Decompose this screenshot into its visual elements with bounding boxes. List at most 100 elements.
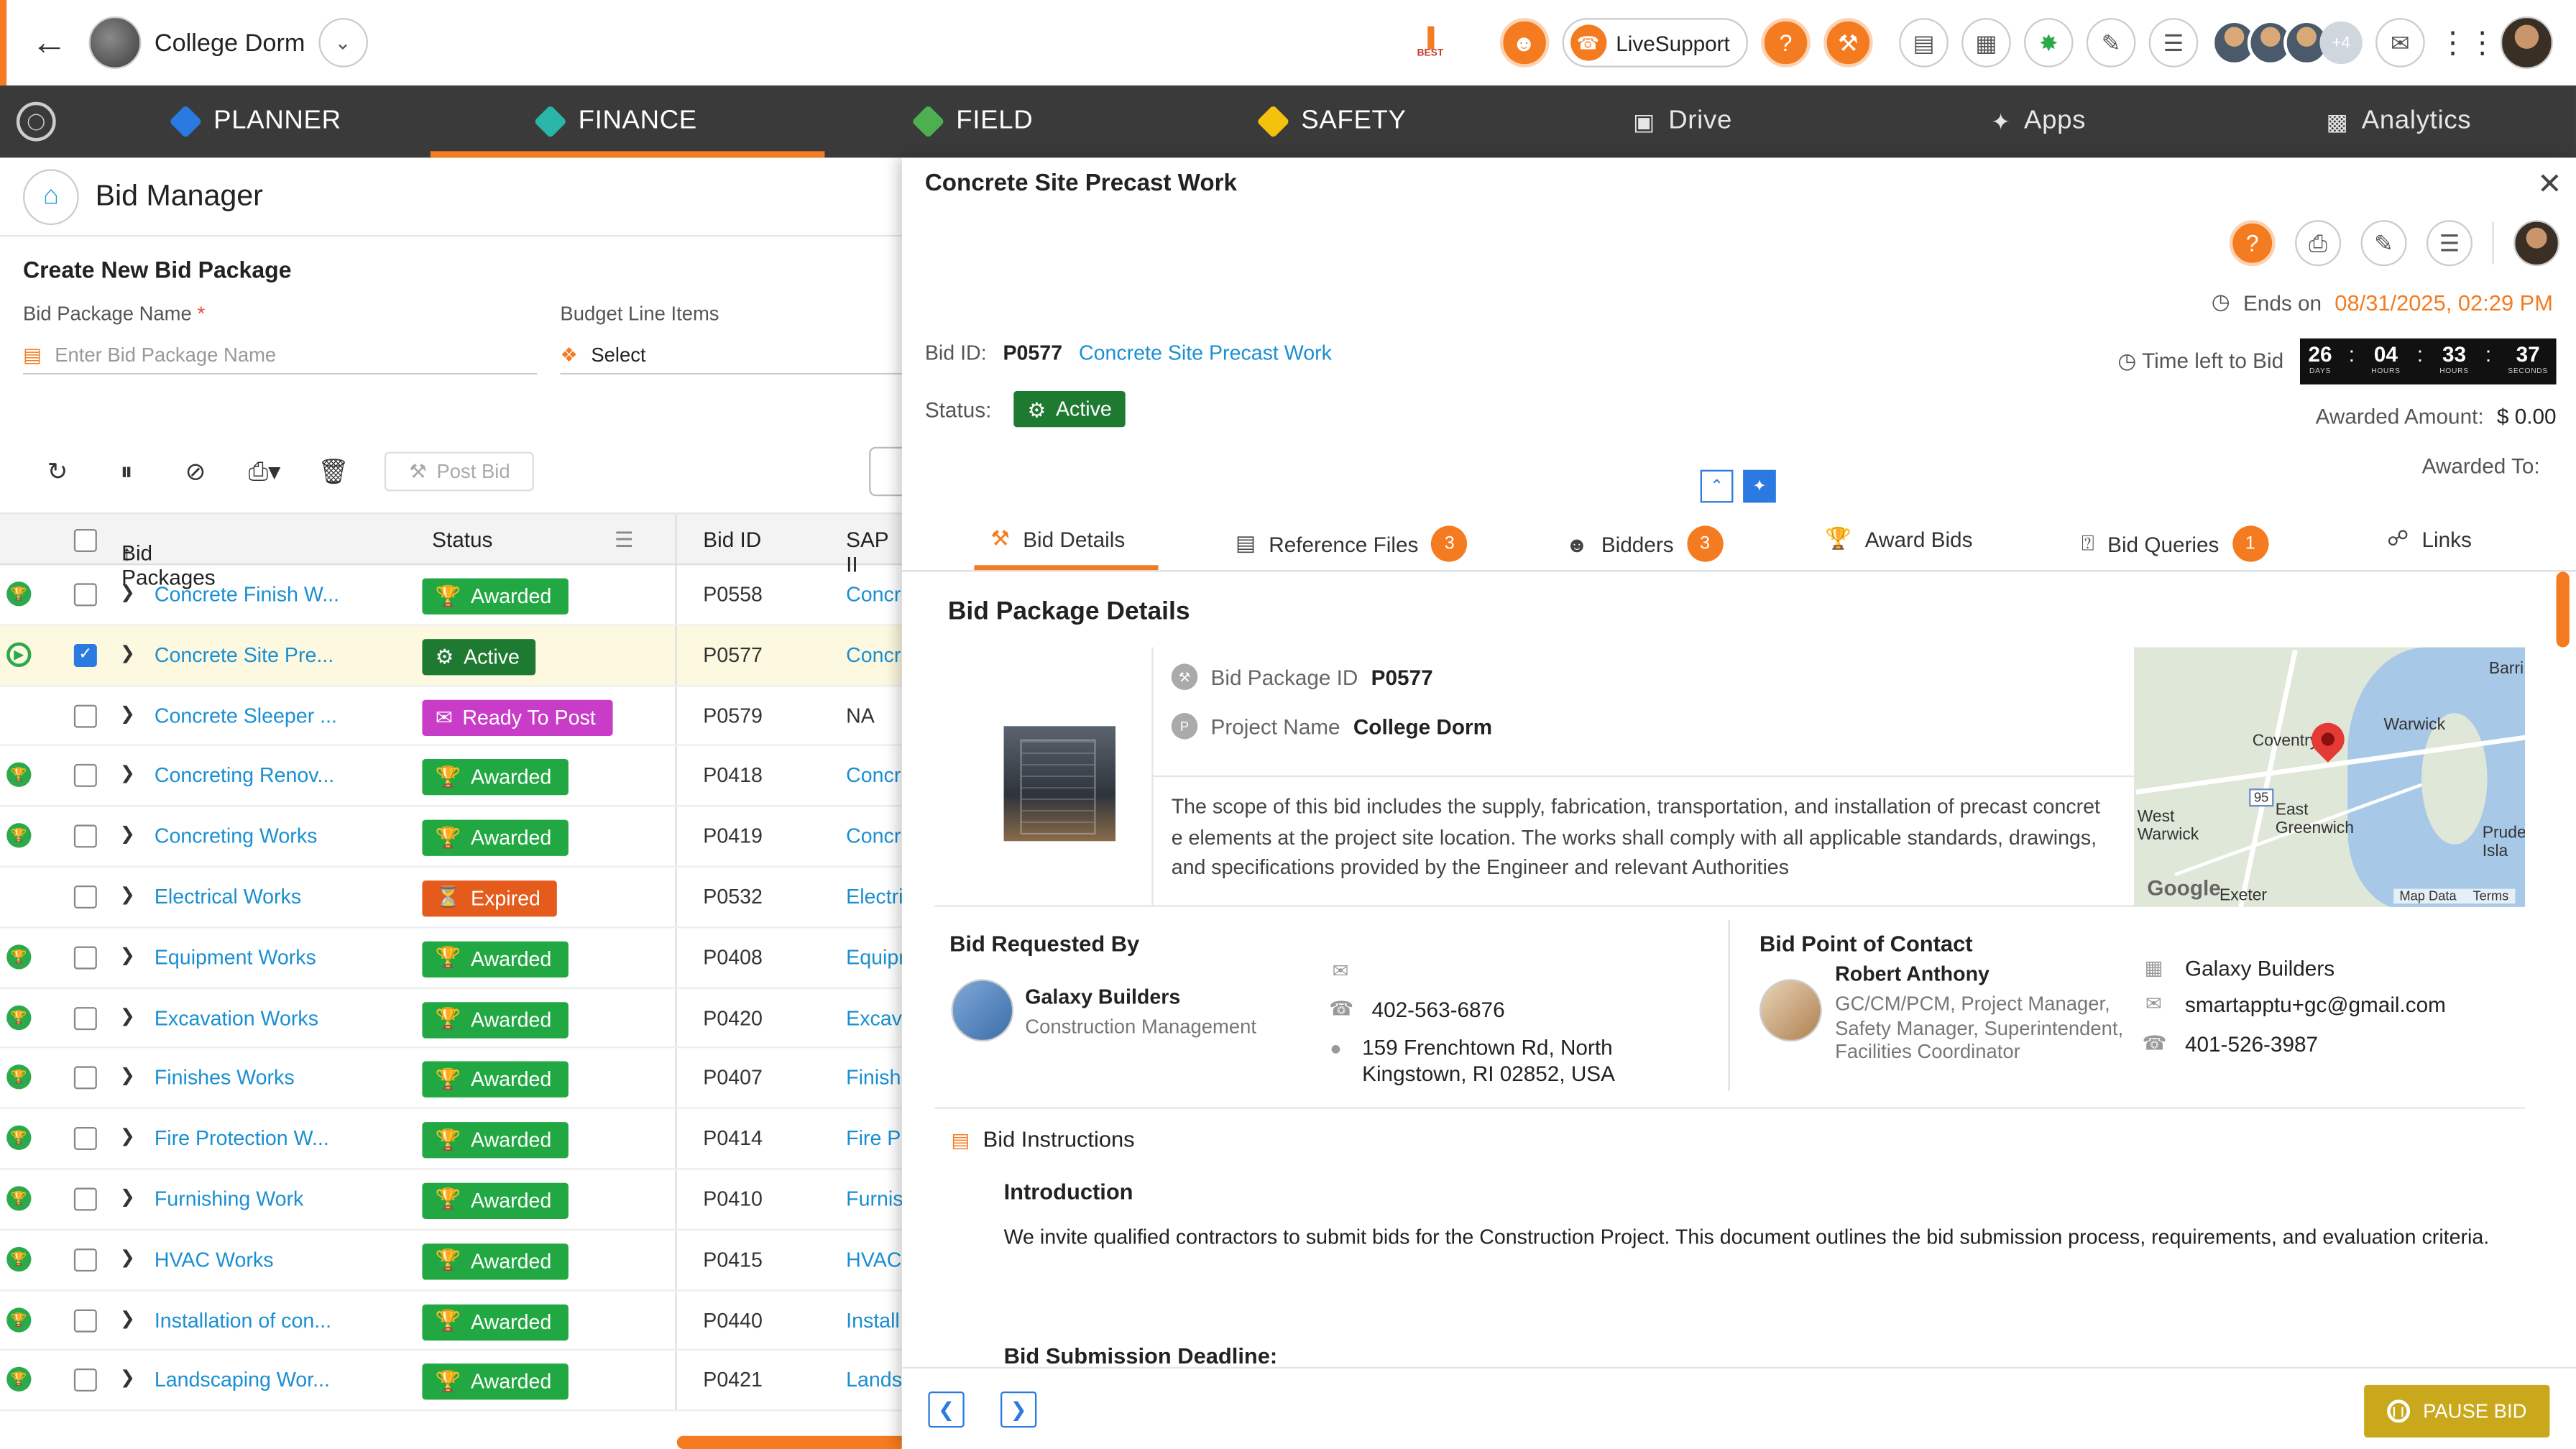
- home-icon[interactable]: ⌂: [22, 168, 79, 224]
- nav-safety[interactable]: SAFETY: [1256, 86, 1407, 158]
- network-icon[interactable]: ✸: [2023, 18, 2074, 68]
- bid-package-link[interactable]: Furnishing Work: [155, 1187, 303, 1210]
- select-all-checkbox[interactable]: [73, 528, 97, 552]
- table-row[interactable]: 🏆 ❯ HVAC Works 🏆 Awarded P0415 HVAC: [0, 1230, 904, 1291]
- tab-reference-files[interactable]: ▤ Reference Files 3: [1236, 525, 1468, 562]
- col-status[interactable]: Status: [432, 528, 492, 552]
- bid-package-link[interactable]: Concrete Finish W...: [155, 583, 339, 606]
- chevron-down-icon[interactable]: ⌄: [318, 18, 368, 68]
- project-switcher[interactable]: College Dorm ⌄: [88, 16, 368, 69]
- sap-cell[interactable]: Concr: [846, 583, 903, 606]
- chat-icon[interactable]: ✉: [2375, 18, 2425, 68]
- table-row[interactable]: ❯ Electrical Works ⏳ Expired P0532 Electri: [0, 867, 904, 928]
- previous-bid-button[interactable]: ❮: [928, 1391, 965, 1428]
- horizontal-scrollbar[interactable]: [676, 1435, 907, 1449]
- chevron-up-icon[interactable]: ⌃: [1700, 469, 1734, 503]
- post-bid-button[interactable]: ⚒ Post Bid: [384, 451, 535, 492]
- tab-links[interactable]: ☍ Links: [2387, 525, 2472, 552]
- row-checkbox[interactable]: [73, 704, 97, 727]
- team-avatars[interactable]: +4: [2211, 19, 2363, 66]
- row-checkbox[interactable]: [73, 1006, 97, 1030]
- chevron-right-icon[interactable]: ❯: [120, 581, 135, 602]
- row-checkbox[interactable]: [73, 764, 97, 788]
- chevron-right-icon[interactable]: ❯: [120, 1368, 135, 1389]
- bid-package-link[interactable]: Concreting Renov...: [155, 765, 334, 788]
- chevron-right-icon[interactable]: ❯: [120, 1186, 135, 1207]
- row-checkbox[interactable]: ✓: [73, 643, 97, 667]
- row-checkbox[interactable]: [73, 1127, 97, 1151]
- sap-cell[interactable]: Install: [846, 1309, 903, 1332]
- bid-package-link[interactable]: Fire Protection W...: [155, 1127, 329, 1150]
- hammer-icon[interactable]: ⚒: [1823, 18, 1873, 68]
- forms-icon[interactable]: ✎: [2086, 18, 2136, 68]
- bid-package-link[interactable]: Landscaping Wor...: [155, 1369, 330, 1392]
- next-bid-button[interactable]: ❯: [1000, 1391, 1037, 1428]
- map-terms-link[interactable]: Terms: [2472, 889, 2508, 904]
- help-icon[interactable]: ?: [1761, 18, 1811, 68]
- table-row[interactable]: 🏆 ❯ Concreting Works 🏆 Awarded P0419 Concr: [0, 806, 904, 868]
- table-row[interactable]: ❯ Concrete Sleeper ... ✉ Ready To Post P0579…: [0, 686, 904, 747]
- chevron-right-icon[interactable]: ❯: [120, 642, 135, 663]
- row-checkbox[interactable]: [73, 1248, 97, 1271]
- nav-planner[interactable]: PLANNER: [169, 86, 341, 158]
- budget-line-items-select[interactable]: ❖ Select: [560, 335, 904, 375]
- table-row[interactable]: 🏆 ❯ Installation of con... 🏆 Awarded P0440 Ins…: [0, 1290, 904, 1351]
- row-checkbox[interactable]: [73, 1067, 97, 1090]
- assistant-bot-icon[interactable]: ☻: [1499, 18, 1549, 68]
- bid-package-link[interactable]: Equipment Works: [155, 946, 316, 969]
- bid-package-link[interactable]: Concrete Sleeper ...: [155, 704, 337, 727]
- chevron-right-icon[interactable]: ❯: [120, 1005, 135, 1026]
- apps-grid-icon[interactable]: ⋮⋮⋮: [2438, 25, 2526, 60]
- row-checkbox[interactable]: [73, 824, 97, 848]
- delete-icon[interactable]: 🗑: [309, 447, 359, 497]
- close-icon[interactable]: ✕: [2534, 167, 2567, 202]
- chevron-right-icon[interactable]: ❯: [120, 763, 135, 784]
- chevron-right-icon[interactable]: ❯: [120, 1307, 135, 1328]
- row-checkbox[interactable]: [73, 583, 97, 607]
- pause-icon[interactable]: ⏸: [102, 447, 152, 497]
- table-row[interactable]: 🏆 ❯ Excavation Works 🏆 Awarded P0420 Excav: [0, 988, 904, 1049]
- table-row[interactable]: 🏆 ❯ Equipment Works 🏆 Awarded P0408 Equipr: [0, 927, 904, 989]
- table-row[interactable]: 🏆 ❯ Landscaping Wor... 🏆 Awarded P0421 Lands: [0, 1351, 904, 1412]
- chevron-right-icon[interactable]: ❯: [120, 824, 135, 845]
- row-checkbox[interactable]: [73, 1308, 97, 1332]
- sap-cell[interactable]: Finish: [846, 1067, 903, 1090]
- nav-home-icon[interactable]: ◯: [16, 101, 56, 142]
- chevron-right-icon[interactable]: ❯: [120, 1246, 135, 1268]
- forms-icon[interactable]: ✎: [2360, 220, 2407, 267]
- sap-cell[interactable]: Concr: [846, 765, 903, 788]
- sap-cell[interactable]: Furnis: [846, 1187, 903, 1210]
- location-map[interactable]: Coventry Warwick West Warwick East Green…: [2134, 647, 2526, 907]
- notes-icon[interactable]: ▦: [1961, 18, 2011, 68]
- nav-field[interactable]: FIELD: [911, 86, 1033, 158]
- print-icon[interactable]: ⎙▾: [240, 447, 290, 497]
- refresh-icon[interactable]: ↻: [33, 447, 83, 497]
- checklist-icon[interactable]: ☰: [2148, 18, 2199, 68]
- bid-package-link[interactable]: Finishes Works: [155, 1067, 295, 1090]
- chevron-right-icon[interactable]: ❯: [120, 1065, 135, 1086]
- sap-cell[interactable]: Lands: [846, 1369, 903, 1392]
- cancel-icon[interactable]: ⊘: [171, 447, 221, 497]
- pin-icon[interactable]: ✦: [1743, 469, 1776, 503]
- sap-cell[interactable]: Electri: [846, 886, 903, 908]
- user-avatar[interactable]: [2500, 16, 2553, 69]
- contact-email-value[interactable]: smartapptu+gc@gmail.com: [2185, 993, 2446, 1017]
- bid-package-link[interactable]: Concrete Site Pre...: [155, 644, 334, 667]
- nav-drive[interactable]: ▣ Drive: [1633, 86, 1732, 158]
- nav-apps[interactable]: ✦ Apps: [1991, 86, 2086, 158]
- tab-award-bids[interactable]: 🏆 Award Bids: [1825, 525, 1972, 552]
- sap-cell[interactable]: Fire Pr: [846, 1127, 903, 1150]
- tab-bid-details[interactable]: ⚒ Bid Details: [990, 525, 1125, 552]
- bid-package-link[interactable]: Installation of con...: [155, 1309, 331, 1332]
- table-row[interactable]: 🏆 ❯ Fire Protection W... 🏆 Awarded P0414 Fire …: [0, 1109, 904, 1170]
- row-checkbox[interactable]: [73, 946, 97, 970]
- chevron-right-icon[interactable]: ❯: [120, 702, 135, 724]
- location-pin-icon[interactable]: [2304, 716, 2352, 763]
- nav-finance[interactable]: FINANCE: [430, 86, 827, 158]
- sap-cell[interactable]: Concr: [846, 825, 903, 848]
- print-icon[interactable]: ⎙: [2295, 220, 2342, 267]
- help-icon[interactable]: ?: [2229, 220, 2276, 267]
- tab-bidders[interactable]: ☻ Bidders 3: [1565, 525, 1724, 562]
- sap-cell[interactable]: Equipr: [846, 946, 903, 969]
- bid-package-name-input[interactable]: ▤ Enter Bid Package Name: [22, 335, 538, 375]
